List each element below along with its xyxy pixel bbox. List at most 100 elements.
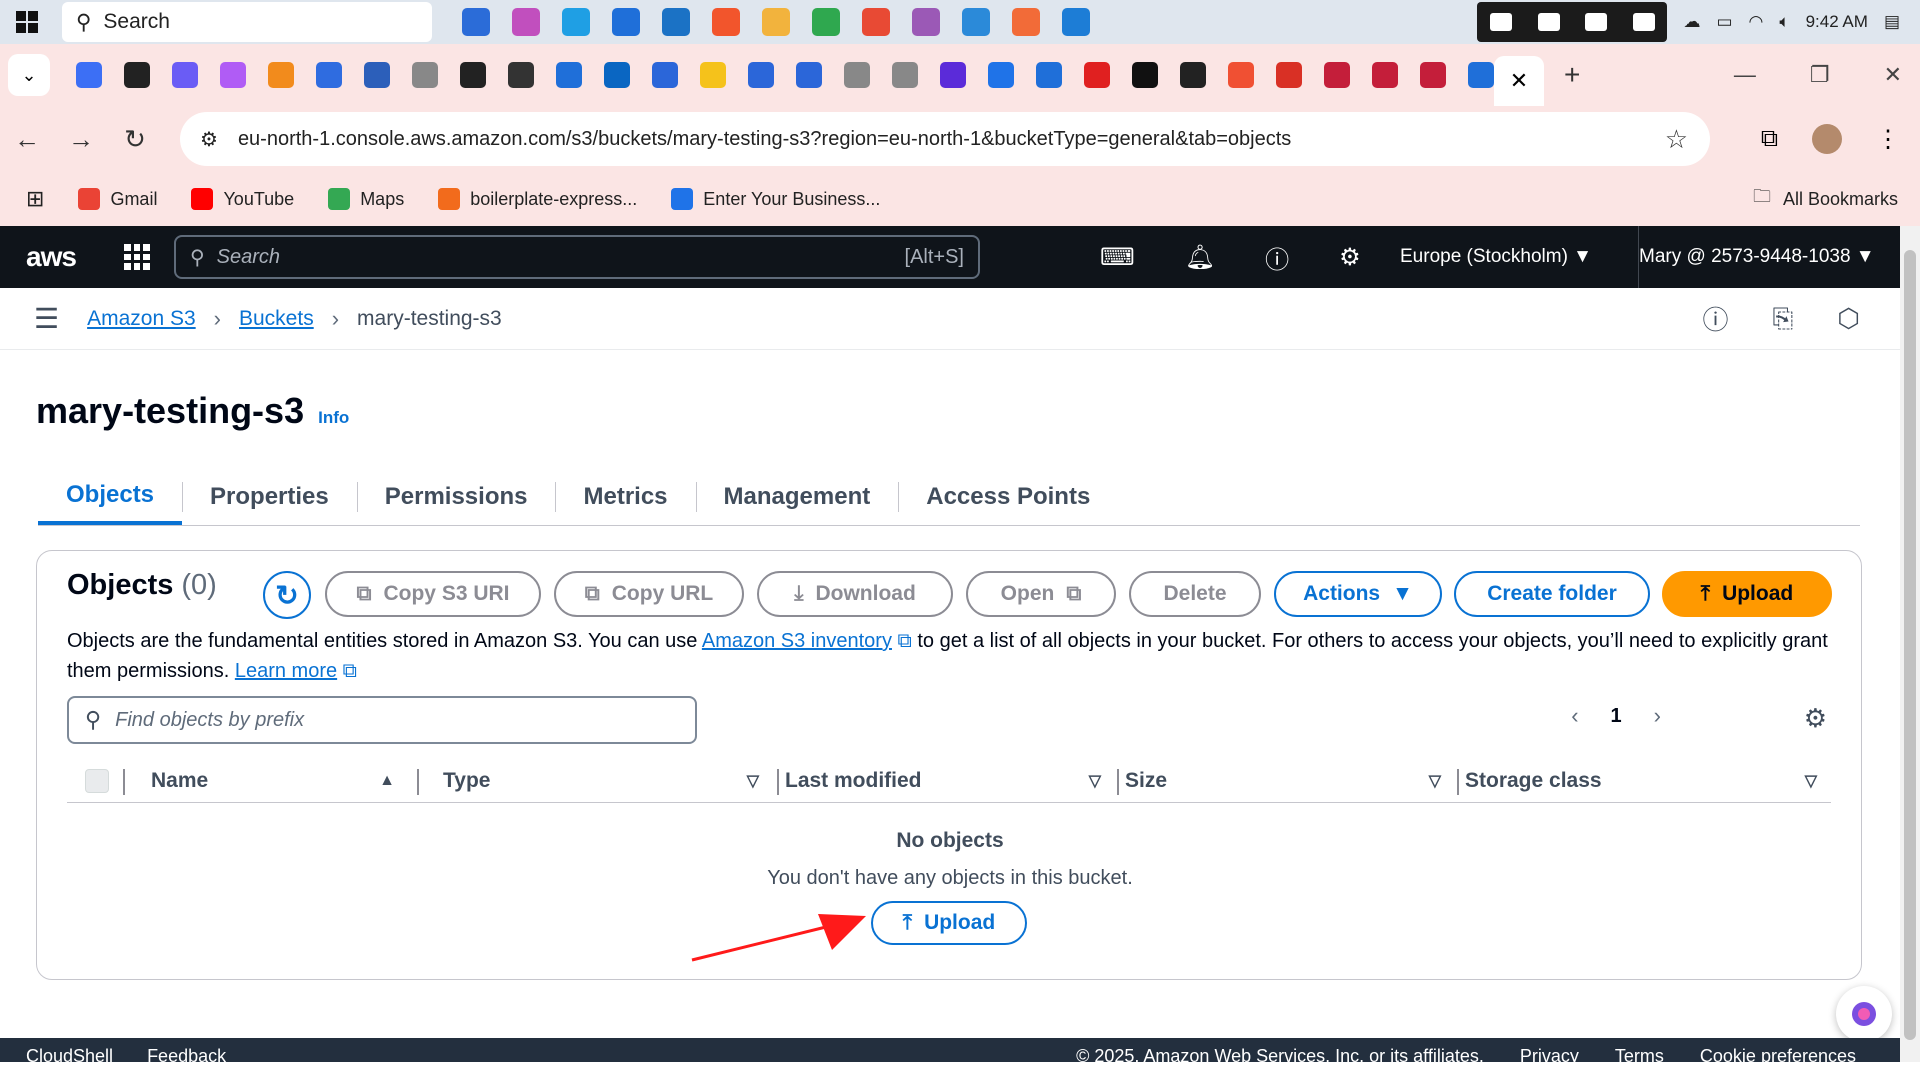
taskbar-app-icon[interactable] <box>862 8 890 36</box>
tab-metrics[interactable]: Metrics <box>555 468 695 525</box>
delete-button[interactable]: Delete <box>1129 571 1261 617</box>
aws-logo[interactable]: aws <box>26 241 77 273</box>
tab-properties[interactable]: Properties <box>182 468 357 525</box>
site-info-icon[interactable]: ⚙ <box>200 127 218 152</box>
taskbar-search[interactable]: ⚲ Search <box>62 2 432 42</box>
battery-icon[interactable]: ▭ <box>1716 12 1732 32</box>
browser-tab-favicon[interactable] <box>268 62 294 88</box>
tab-management[interactable]: Management <box>695 468 899 525</box>
footer-feedback[interactable]: Feedback <box>147 1046 226 1067</box>
column-header-size[interactable]: Size ▽ <box>1125 759 1455 803</box>
select-all-checkbox[interactable] <box>85 768 109 793</box>
back-icon[interactable]: ← <box>0 124 54 155</box>
actions-button[interactable]: Actions ▼ <box>1274 571 1442 617</box>
taskbar-app-icon[interactable] <box>462 8 490 36</box>
restore-icon[interactable]: ❐ <box>1810 62 1830 88</box>
bookmark-item[interactable]: Maps <box>328 188 404 210</box>
browser-tab-favicon[interactable] <box>508 62 534 88</box>
bookmark-item[interactable]: Enter Your Business... <box>671 188 880 210</box>
menu-hamburger-icon[interactable]: ☰ <box>34 302 59 335</box>
aws-search-box[interactable]: ⚲ [Alt+S] <box>174 235 980 279</box>
footer-terms[interactable]: Terms <box>1615 1046 1664 1067</box>
close-window-icon[interactable]: ✕ <box>1884 62 1902 88</box>
prefix-filter-input[interactable] <box>115 708 656 732</box>
new-tab-button[interactable]: + <box>1564 59 1580 91</box>
download-button[interactable]: ⤓ Download <box>757 571 953 617</box>
profile-avatar[interactable] <box>1812 124 1842 154</box>
wifi-icon[interactable]: ◠ <box>1749 12 1764 32</box>
close-tab-icon[interactable]: ✕ <box>1510 68 1528 94</box>
browser-tab-favicon[interactable] <box>1372 62 1398 88</box>
browser-tab-favicon[interactable] <box>1036 62 1062 88</box>
browser-tab-favicon[interactable] <box>1228 62 1254 88</box>
info-circle-icon[interactable]: ⓘ <box>1702 300 1728 337</box>
assistant-bubble-icon[interactable] <box>1836 986 1892 1042</box>
url-omnibox[interactable]: ⚙ eu-north-1.console.aws.amazon.com/s3/b… <box>180 112 1710 166</box>
taskbar-app-icon[interactable] <box>1012 8 1040 36</box>
reload-icon[interactable]: ↻ <box>108 124 162 155</box>
column-header-last-modified[interactable]: Last modified ▽ <box>785 759 1115 803</box>
forward-icon[interactable]: → <box>54 124 108 155</box>
camera-toolbar[interactable] <box>1477 2 1668 42</box>
url-text[interactable]: eu-north-1.console.aws.amazon.com/s3/buc… <box>238 128 1291 151</box>
notification-icon[interactable]: ▤ <box>1884 12 1900 32</box>
browser-tab-favicon[interactable] <box>844 62 870 88</box>
bookmark-star-icon[interactable]: ☆ <box>1665 124 1688 155</box>
browser-tab-favicon[interactable] <box>1468 62 1494 88</box>
refresh-button[interactable]: ↻ <box>263 571 311 619</box>
windows-start-icon[interactable] <box>0 0 54 44</box>
prev-page-icon[interactable]: ‹ <box>1571 703 1578 729</box>
browser-tab-favicon[interactable] <box>748 62 774 88</box>
taskbar-app-icon[interactable] <box>1062 8 1090 36</box>
browser-tab-favicon[interactable] <box>1084 62 1110 88</box>
taskbar-app-icon[interactable] <box>812 8 840 36</box>
taskbar-app-icon[interactable] <box>762 8 790 36</box>
browser-tab-favicon[interactable] <box>1420 62 1446 88</box>
feedback-icon[interactable]: ⬡ <box>1837 303 1860 334</box>
browser-tab-favicon[interactable] <box>556 62 582 88</box>
notes-icon[interactable]: ⎘ <box>1772 303 1793 335</box>
upload-button[interactable]: ⤒ Upload <box>1662 571 1832 617</box>
tab-objects[interactable]: Objects <box>38 468 183 525</box>
browser-tab-favicon[interactable] <box>364 62 390 88</box>
browser-tab-favicon[interactable] <box>1276 62 1302 88</box>
taskbar-app-icon[interactable] <box>962 8 990 36</box>
copy-s3-uri-button[interactable]: ⧉ Copy S3 URI <box>325 571 541 617</box>
footer-cookie-preferences[interactable]: Cookie preferences <box>1700 1046 1856 1067</box>
volume-icon[interactable]: 🔈︎ <box>1779 12 1789 32</box>
create-folder-button[interactable]: Create folder <box>1454 571 1650 617</box>
browser-tab-favicon[interactable] <box>988 62 1014 88</box>
browser-tab-favicon[interactable] <box>412 62 438 88</box>
footer-cloudshell[interactable]: CloudShell <box>26 1046 113 1067</box>
page-scrollbar[interactable] <box>1900 226 1920 1062</box>
browser-tab-favicon[interactable] <box>700 62 726 88</box>
next-page-icon[interactable]: › <box>1654 703 1661 729</box>
browser-tab-favicon[interactable] <box>892 62 918 88</box>
bookmark-item[interactable]: YouTube <box>191 188 294 210</box>
browser-tab-favicon[interactable] <box>1324 62 1350 88</box>
browser-tab-favicon[interactable] <box>796 62 822 88</box>
aws-search-input[interactable] <box>216 245 717 269</box>
footer-privacy[interactable]: Privacy <box>1520 1046 1579 1067</box>
browser-tab-favicon[interactable] <box>172 62 198 88</box>
browser-menu-icon[interactable]: ⋮ <box>1876 125 1900 154</box>
breadcrumb-buckets[interactable]: Buckets <box>239 307 314 331</box>
s3-inventory-link[interactable]: Amazon S3 inventory <box>702 630 892 652</box>
help-icon[interactable]: ⓘ <box>1265 240 1289 275</box>
browser-tab-favicon[interactable] <box>652 62 678 88</box>
all-bookmarks[interactable]: 🗀︎ All Bookmarks <box>1753 184 1898 214</box>
browser-tab-favicon[interactable] <box>316 62 342 88</box>
learn-more-link[interactable]: Learn more <box>235 660 337 682</box>
cloudshell-icon[interactable]: ⌨ <box>1100 243 1135 272</box>
column-header-name[interactable]: Name ▲ <box>151 759 409 803</box>
breadcrumb-amazon-s3[interactable]: Amazon S3 <box>87 307 196 331</box>
clock-time[interactable]: 9:42 AM <box>1806 12 1868 32</box>
info-link[interactable]: Info <box>318 408 349 428</box>
region-selector[interactable]: Europe (Stockholm) ▼ <box>1400 226 1592 288</box>
taskbar-app-icon[interactable] <box>612 8 640 36</box>
taskbar-app-icon[interactable] <box>512 8 540 36</box>
services-grid-icon[interactable] <box>123 244 150 270</box>
browser-tab-favicon[interactable] <box>124 62 150 88</box>
column-header-storage-class[interactable]: Storage class ▽ <box>1465 759 1831 803</box>
bell-icon[interactable]: 🔔︎ <box>1185 243 1215 272</box>
